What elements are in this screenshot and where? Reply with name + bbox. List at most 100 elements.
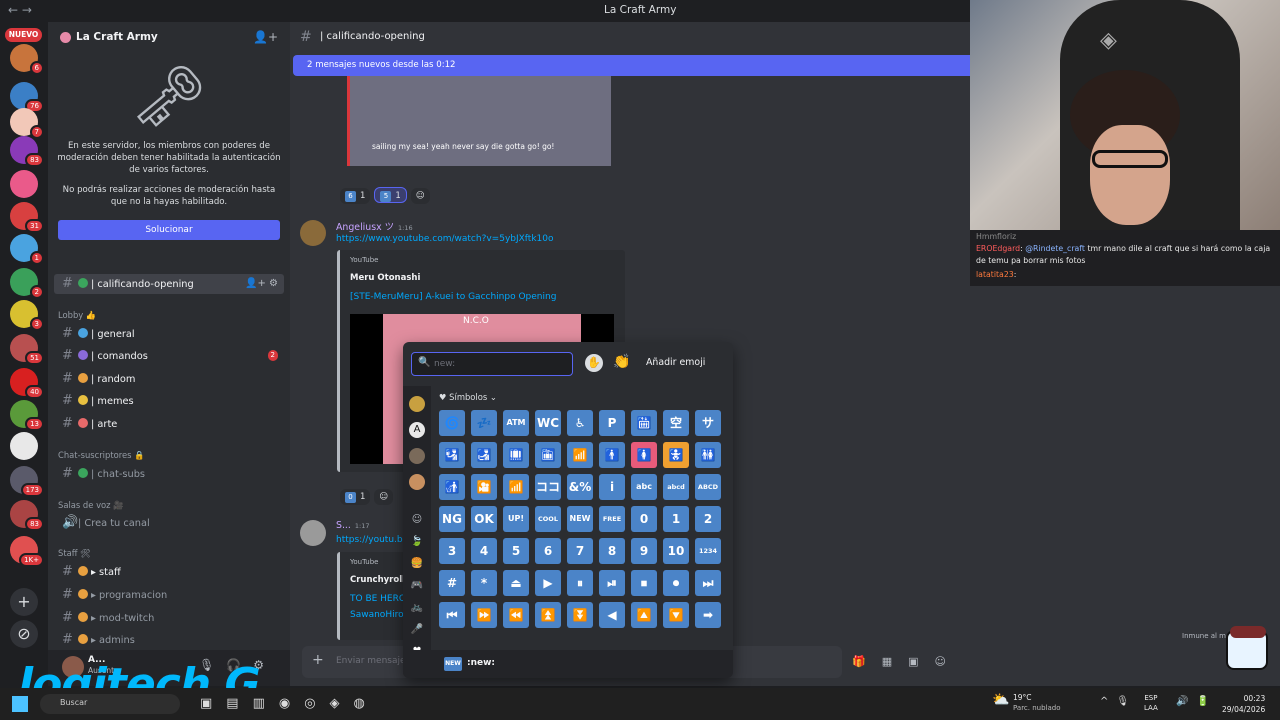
message-link[interactable]: https://youtu.b [336, 535, 403, 545]
emoji-tile[interactable]: ⏸ [567, 570, 593, 596]
emoji-tile[interactable]: &% [567, 474, 593, 500]
tray-icons[interactable]: ^🎙 [1100, 696, 1137, 707]
food-category-icon[interactable]: 🍔 [409, 556, 425, 572]
taskbar-clock[interactable]: 00:23 29/04/2026 [1222, 693, 1265, 715]
emoji-tile[interactable]: 7 [567, 538, 593, 564]
emoji-tile[interactable]: ⏫ [535, 602, 561, 628]
server-icon[interactable]: 1K+ [10, 536, 44, 567]
emoji-tile[interactable]: 🚼 [663, 442, 689, 468]
emoji-tile[interactable]: ◀ [599, 602, 625, 628]
emoji-tile[interactable]: ⏏ [503, 570, 529, 596]
emoji-tile[interactable]: 🛄 [503, 442, 529, 468]
emoji-tile[interactable]: 9 [631, 538, 657, 564]
category-chat-suscriptores[interactable]: Chat-suscriptores 🔒 [58, 450, 145, 461]
emoji-tile[interactable]: ABCD [695, 474, 721, 500]
emoji-tile[interactable]: 🛃 [471, 442, 497, 468]
server-icon[interactable]: 2 [10, 268, 44, 299]
channel-admins[interactable]: # ▸ admins [54, 630, 284, 650]
emoji-tile[interactable]: WC [535, 410, 561, 436]
emoji-tile[interactable]: 📶 [503, 474, 529, 500]
emoji-tile[interactable]: 🚹 [599, 442, 625, 468]
emoji-tile[interactable]: ▶ [535, 570, 561, 596]
server-icon[interactable]: 83 [10, 500, 44, 531]
message-author[interactable]: S... 1:17 [336, 520, 370, 531]
travel-category-icon[interactable]: 🚲 [409, 600, 425, 616]
emoji-tile[interactable]: サ [695, 410, 721, 436]
channel-memes[interactable]: # | memes [54, 391, 284, 411]
taskbar-app-icons[interactable]: ▣▤▥◉◎◈◍ [200, 696, 379, 711]
server-icon[interactable]: 3 [10, 300, 44, 331]
language-indicator[interactable]: ESP LAA [1144, 693, 1158, 713]
invite-people-icon[interactable]: 👤+ [253, 30, 278, 44]
emoji-tile[interactable]: 🛅 [535, 442, 561, 468]
channel-crea-tu-canal[interactable]: 🔊| Crea tu canal [54, 513, 284, 533]
server-icon[interactable]: 40 [10, 368, 44, 399]
channel-general[interactable]: # | general [54, 324, 284, 344]
server-emoji-icon[interactable] [409, 474, 425, 490]
server-icon[interactable] [10, 432, 38, 460]
emoji-tile[interactable]: P [599, 410, 625, 436]
add-reaction-icon[interactable]: ☺ [374, 489, 394, 505]
emoji-status-icon[interactable]: ✋ [585, 354, 603, 372]
embed-subtitle[interactable]: SawanoHiro [350, 610, 404, 620]
emoji-tile[interactable]: 6 [535, 538, 561, 564]
activity-category-icon[interactable]: 🎮 [409, 578, 425, 594]
server-icon[interactable]: 7 [10, 108, 44, 139]
reaction[interactable]: 51 [374, 187, 407, 203]
emoji-tile[interactable]: ♿ [567, 410, 593, 436]
channel-settings-icons[interactable]: 👤+ ⚙ [245, 274, 278, 294]
emoji-tile[interactable]: ⏬ [567, 602, 593, 628]
emoji-tile[interactable]: NG [439, 506, 465, 532]
tray-icons-2[interactable]: 🔊🔋 [1176, 696, 1217, 707]
emoji-tile[interactable]: 🔽 [663, 602, 689, 628]
emoji-tile[interactable]: 1234 [695, 538, 721, 564]
server-icon[interactable]: 13 [10, 400, 44, 431]
reaction[interactable]: 61 [340, 188, 371, 204]
input-toolbar-icons[interactable]: 🎁▦▣☺ [852, 655, 962, 668]
emoji-tile[interactable]: 🎦 [471, 474, 497, 500]
avatar[interactable] [300, 520, 326, 546]
emoji-tile[interactable]: 🚺 [631, 442, 657, 468]
skin-tone-icon[interactable]: 👏 [613, 354, 630, 370]
server-icon[interactable]: 173 [10, 466, 44, 497]
emoji-tile[interactable]: 🛂 [439, 442, 465, 468]
emoji-tile[interactable]: COOL [535, 506, 561, 532]
avatar[interactable] [300, 220, 326, 246]
server-icon[interactable] [10, 170, 38, 198]
people-category-icon[interactable]: ☺ [409, 512, 425, 528]
emoji-tile[interactable]: ⏹ [631, 570, 657, 596]
windows-start-icon[interactable] [12, 696, 28, 712]
channel-calificando-opening[interactable]: # | calificando-opening 👤+ ⚙ [54, 274, 284, 294]
channel-programacion[interactable]: # ▸ programacion [54, 585, 284, 605]
channel-random[interactable]: # | random [54, 369, 284, 389]
emoji-tile[interactable]: # [439, 570, 465, 596]
emoji-tile[interactable]: 5 [503, 538, 529, 564]
fix-button[interactable]: Solucionar [58, 220, 280, 240]
server-header[interactable]: La Craft Army 👤+ [48, 22, 290, 54]
server-icon[interactable]: 31 [10, 202, 44, 233]
emoji-tile[interactable]: ココ [535, 474, 561, 500]
server-icon[interactable]: 83 [10, 136, 44, 167]
back-forward-icons[interactable]: ← → [8, 3, 32, 17]
emoji-tile[interactable]: 10 [663, 538, 689, 564]
emoji-tile[interactable]: abcd [663, 474, 689, 500]
embed-title[interactable]: [STE-MeruMeru] A-kuei to Gacchinpo Openi… [350, 292, 556, 302]
emoji-tile[interactable]: 空 [663, 410, 689, 436]
category-lobby[interactable]: Lobby 👍 [58, 310, 96, 321]
emoji-tile[interactable]: ⏺ [663, 570, 689, 596]
weather-icon[interactable]: ⛅ [992, 692, 1009, 708]
server-icon[interactable]: 6 [10, 44, 44, 75]
discover-icon[interactable]: ⊘ [10, 620, 38, 648]
emoji-tile[interactable]: ➡ [695, 602, 721, 628]
server-icon[interactable]: 76 [10, 82, 44, 113]
video-embed-image[interactable]: sailing my sea! yeah never say die gotta… [347, 76, 611, 166]
channel-arte[interactable]: # | arte [54, 414, 284, 434]
channel-mod-twitch[interactable]: # ▸ mod-twitch [54, 608, 284, 628]
category-header[interactable]: ♥ Símbolos ⌄ [439, 392, 497, 402]
emoji-tile[interactable]: UP! [503, 506, 529, 532]
emoji-tile[interactable]: abc [631, 474, 657, 500]
emoji-tile[interactable]: 4 [471, 538, 497, 564]
emoji-tile[interactable]: 3 [439, 538, 465, 564]
emoji-tile[interactable]: 🚮 [439, 474, 465, 500]
embed-author[interactable]: Crunchyroll [350, 575, 405, 585]
